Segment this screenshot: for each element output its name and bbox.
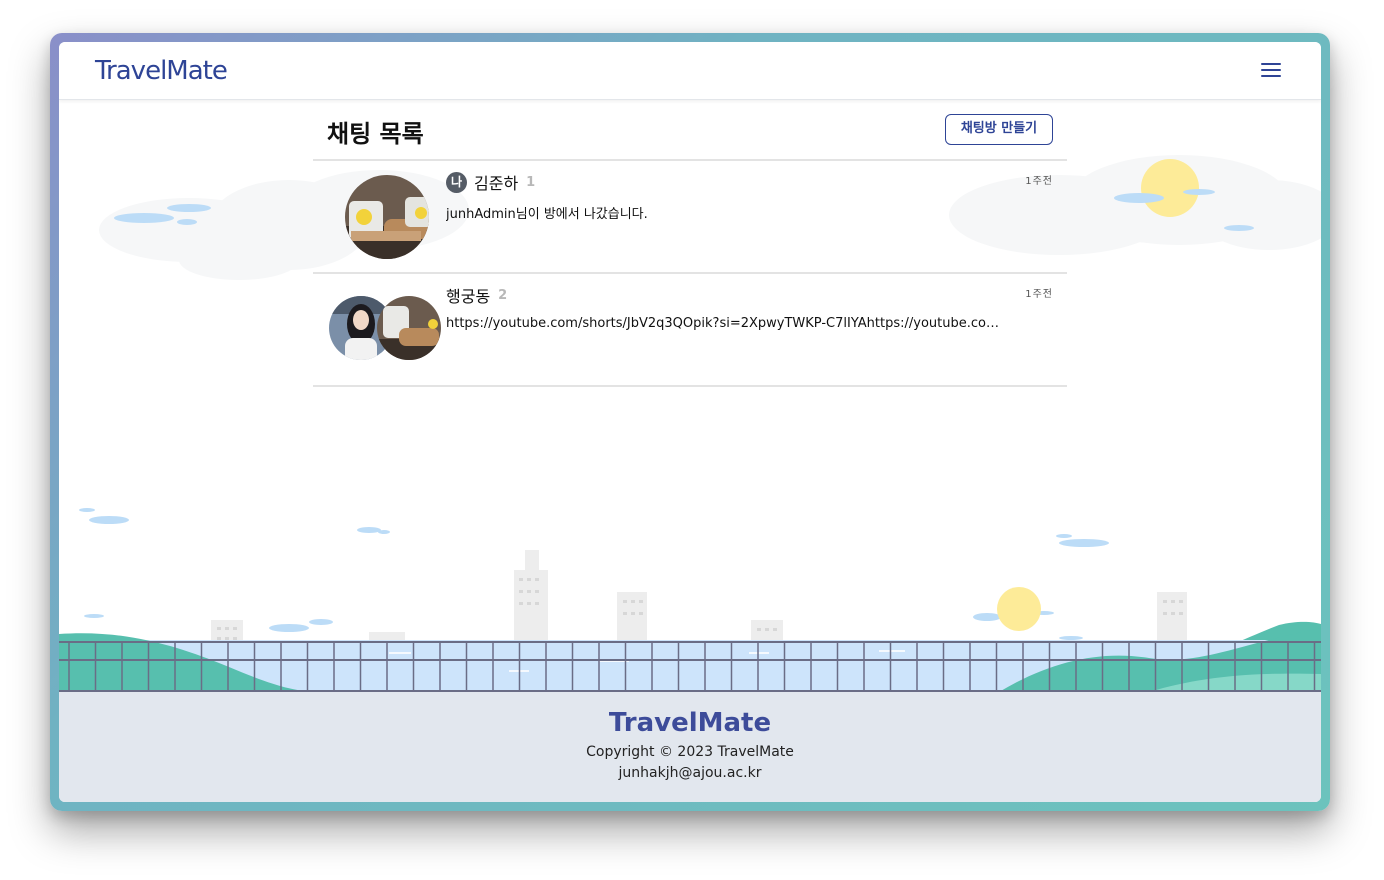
footer-logo: TravelMate [608, 708, 772, 738]
chat-list-header: 채팅 목록 채팅방 만들기 [313, 100, 1067, 161]
last-message-preview: https://youtube.com/shorts/JbV2q3QOpik?s… [446, 316, 1006, 331]
footer-copyright: Copyright © 2023 TravelMate [586, 744, 794, 760]
create-chat-room-button[interactable]: 채팅방 만들기 [945, 114, 1053, 145]
room-name: 행궁동 [446, 287, 491, 306]
last-message-preview: junhAdmin님이 방에서 나갔습니다. [446, 207, 648, 222]
room-avatar-group [329, 296, 441, 360]
chat-list-panel: 채팅 목록 채팅방 만들기 나 김준하 1 1주전 junhAdmin님이 방에… [313, 100, 1067, 387]
page-title: 채팅 목록 [327, 120, 424, 148]
me-badge: 나 [446, 171, 467, 193]
top-navbar: TravelMate [59, 42, 1321, 100]
hamburger-menu-icon[interactable] [1259, 60, 1285, 82]
last-message-time: 1주전 [1025, 289, 1053, 300]
last-message-time: 1주전 [1025, 176, 1053, 187]
footer-email[interactable]: junhakjh@ajou.ac.kr [59, 765, 1321, 781]
chat-room-item[interactable]: 나 김준하 1 1주전 junhAdmin님이 방에서 나갔습니다. [313, 161, 1067, 274]
sun-icon [1141, 159, 1199, 217]
room-name: 김준하 [474, 174, 519, 193]
room-avatar [345, 175, 429, 259]
river-railing-illustration [59, 628, 1321, 692]
member-count: 2 [498, 287, 508, 303]
member-count: 1 [526, 174, 536, 190]
page-viewport: TravelMate 채팅 목록 채팅방 만들기 나 김준하 1 1주전 jun… [59, 42, 1321, 802]
browser-window: TravelMate 채팅 목록 채팅방 만들기 나 김준하 1 1주전 jun… [50, 33, 1330, 811]
page-footer: TravelMate Copyright © 2023 TravelMate j… [59, 692, 1321, 802]
chat-room-item[interactable]: 행궁동 2 1주전 https://youtube.com/shorts/JbV… [313, 274, 1067, 387]
brand-logo[interactable]: TravelMate [95, 56, 228, 86]
